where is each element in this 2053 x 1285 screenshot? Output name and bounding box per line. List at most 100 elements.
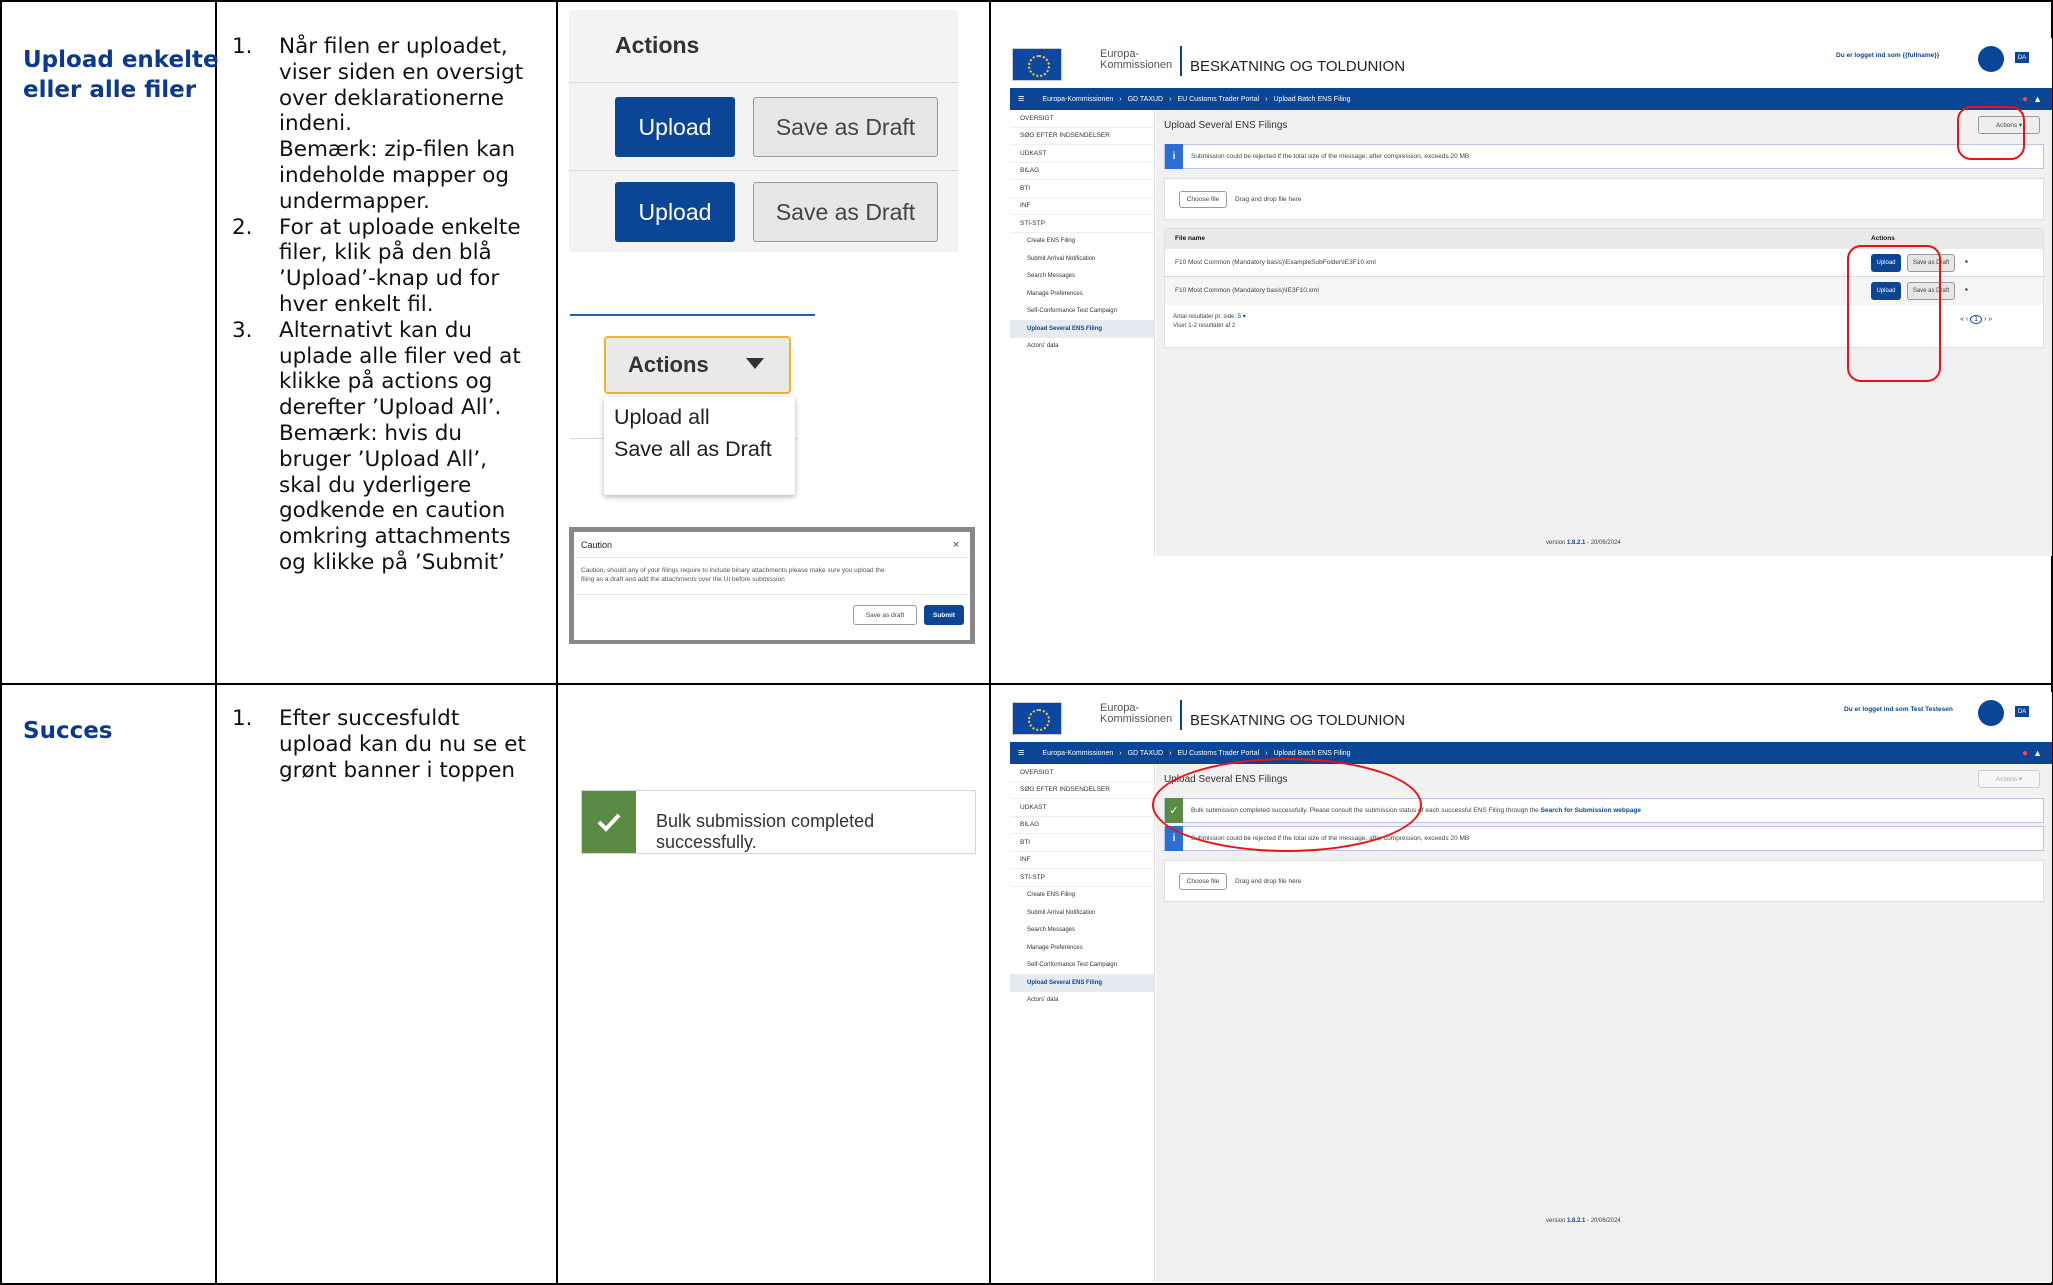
trash-icon[interactable]: ▪ xyxy=(1965,285,1968,294)
sidebar-item-soeg[interactable]: SØG EFTER INDSENDELSER xyxy=(1010,782,1154,799)
sidebar-subitem[interactable]: Actors' data xyxy=(1010,338,1154,356)
avatar[interactable] xyxy=(1978,46,2004,72)
sidebar-item-oversigt[interactable]: OVERSIGT xyxy=(1010,110,1154,128)
sidebar-item-inf[interactable]: INF xyxy=(1010,852,1154,869)
step-text-line: bruger ’Upload All’, xyxy=(279,446,487,472)
sidebar-subitem[interactable]: Create ENS Filing xyxy=(1010,887,1154,905)
breadcrumb-item[interactable]: GD TAXUD xyxy=(1128,750,1164,757)
file-drop-zone[interactable]: Choose file Drag and drop file here xyxy=(1164,178,2044,220)
caution-dialog: Caution × Caution, should any of your fi… xyxy=(574,532,970,640)
menu-icon[interactable]: ≡ xyxy=(1018,93,1024,105)
close-icon[interactable]: × xyxy=(953,539,959,551)
breadcrumb-item[interactable]: Europa-Kommissionen xyxy=(1042,750,1113,757)
row-title-succes: Succes xyxy=(23,718,113,744)
column-header-file-name: File name xyxy=(1175,235,1205,242)
instruction-step: 3. Alternativt kan du uplade alle filer ve… xyxy=(232,318,552,576)
notification-icon[interactable]: ● xyxy=(2022,748,2028,759)
breadcrumb-item[interactable]: GD TAXUD xyxy=(1128,96,1164,103)
sidebar-subitem[interactable]: Create ENS Filing xyxy=(1010,233,1154,251)
step-text-line: undermapper. xyxy=(279,188,430,214)
file-drop-zone[interactable]: Choose file Drag and drop file here xyxy=(1164,860,2044,902)
sidebar-item-udkast[interactable]: UDKAST xyxy=(1010,799,1154,817)
sidebar-subitem[interactable]: Manage Preferences xyxy=(1010,939,1154,957)
choose-file-button[interactable]: Choose file xyxy=(1179,191,1227,208)
sidebar-subitem[interactable]: Submit Arrival Notification xyxy=(1010,250,1154,268)
trash-icon[interactable]: ▪ xyxy=(1965,257,1968,266)
save-as-draft-button[interactable]: Save as draft xyxy=(853,605,917,625)
caution-text-line: Caution, should any of your filings requ… xyxy=(581,567,885,574)
submit-button[interactable]: Submit xyxy=(924,605,964,625)
sidebar-item-sti-stp[interactable]: STI-STP xyxy=(1010,869,1154,887)
instruction-list: 1. Når filen er uploadet, viser siden en o… xyxy=(232,34,552,576)
save-as-draft-button[interactable]: Save as Draft xyxy=(753,182,938,242)
breadcrumb-item[interactable]: EU Customs Trader Portal xyxy=(1177,750,1259,757)
language-badge[interactable]: DA xyxy=(2015,706,2029,717)
portal-screenshot-1: Europa- Kommissionen BESKATNING OG TOLDU… xyxy=(1010,38,2052,556)
pagination[interactable]: « ‹ 1 › » xyxy=(1960,315,1992,324)
version-footer: version 1.8.2.1 - 20/06/2024 xyxy=(1546,540,1621,546)
step-text-line: Alternativt kan du xyxy=(279,317,472,343)
sidebar-subitem[interactable]: Self-Conformance Test Campaign xyxy=(1010,957,1154,975)
save-as-draft-button[interactable]: Save as Draft xyxy=(753,97,938,157)
divider xyxy=(569,170,958,171)
sidebar-item-sti-stp[interactable]: STI-STP xyxy=(1010,215,1154,233)
step-text-line: viser siden en oversigt xyxy=(279,59,524,85)
actions-header: Actions xyxy=(615,32,700,58)
per-page-selector[interactable]: Antal resultater pr. side: 5 ▾ xyxy=(1173,313,1246,320)
instruction-step: 2. For at uploade enkelte filer, klik på d… xyxy=(232,215,552,318)
instruction-step: 1. Efter succesfuldt upload kan du nu se e… xyxy=(232,706,552,783)
sidebar-item-udkast[interactable]: UDKAST xyxy=(1010,145,1154,163)
sidebar-subitem[interactable]: Submit Arrival Notification xyxy=(1010,904,1154,922)
sidebar-subitem-selected[interactable]: Upload Several ENS Filing xyxy=(1010,974,1154,992)
upload-button[interactable]: Upload xyxy=(615,182,735,242)
actions-dropdown-button[interactable]: Actions xyxy=(604,336,791,394)
actions-dropdown-button[interactable]: Actions ▾ xyxy=(1978,770,2040,788)
checkmark-icon xyxy=(582,791,636,853)
sidebar-item-oversigt[interactable]: OVERSIGT xyxy=(1010,764,1154,782)
notification-icon[interactable]: ● xyxy=(2022,94,2028,105)
step-text-line: indeholde mapper og xyxy=(279,162,510,188)
search-submission-link[interactable]: Search for Submission webpage xyxy=(1541,807,1641,814)
actions-dropdown-label: Actions xyxy=(628,352,709,377)
choose-file-button[interactable]: Choose file xyxy=(1179,873,1227,890)
menu-item-upload-all[interactable]: Upload all xyxy=(604,397,795,433)
step-text-line: ’Upload’-knap ud for xyxy=(279,266,500,292)
caution-text-line: filing as a draft and add the attachment… xyxy=(581,576,785,583)
language-badge[interactable]: DA xyxy=(2015,52,2029,63)
breadcrumb-item[interactable]: EU Customs Trader Portal xyxy=(1177,96,1259,103)
bell-icon[interactable]: ▲ xyxy=(2033,94,2042,104)
divider xyxy=(1180,700,1182,730)
sidebar-subitem-selected[interactable]: Upload Several ENS Filing xyxy=(1010,320,1154,338)
sidebar-item-bti[interactable]: BTI xyxy=(1010,180,1154,198)
menu-item-save-all-draft[interactable]: Save all as Draft xyxy=(604,433,795,469)
site-title: BESKATNING OG TOLDUNION xyxy=(1190,712,1406,729)
eu-header: Europa- Kommissionen BESKATNING OG TOLDU… xyxy=(1010,38,2052,88)
upload-button[interactable]: Upload xyxy=(615,97,735,157)
sidebar-item-bilag[interactable]: BILAG xyxy=(1010,163,1154,180)
caret-down-icon xyxy=(746,358,764,369)
logged-in-user: Du er logget ind som {{fullname}} xyxy=(1836,52,1940,59)
zoom-dropdown-panel: Actions Upload all Save all as Draft xyxy=(570,312,815,495)
step-text-line: over deklarationerne xyxy=(279,85,504,111)
menu-icon[interactable]: ≡ xyxy=(1018,747,1024,759)
portal-screenshot-2: Europa- Kommissionen BESKATNING OG TOLDU… xyxy=(1010,692,2052,1282)
step-text-line: derefter ’Upload All’. xyxy=(279,395,502,421)
sidebar-subitem[interactable]: Manage Preferences xyxy=(1010,285,1154,303)
step-text-line: og klikke på ’Submit’ xyxy=(279,549,505,575)
sidebar-subitem[interactable]: Search Messages xyxy=(1010,268,1154,286)
avatar[interactable] xyxy=(1978,700,2004,726)
page-title: Upload Several ENS Filings xyxy=(1164,120,1288,131)
tab-underline xyxy=(570,314,815,316)
table-col-divider xyxy=(215,0,217,1285)
sidebar-subitem[interactable]: Actors' data xyxy=(1010,992,1154,1010)
checkmark-icon xyxy=(597,813,621,832)
sidebar-item-bti[interactable]: BTI xyxy=(1010,834,1154,852)
sidebar-item-inf[interactable]: INF xyxy=(1010,198,1154,215)
sidebar-subitem[interactable]: Search Messages xyxy=(1010,922,1154,940)
sidebar-item-bilag[interactable]: BILAG xyxy=(1010,817,1154,834)
breadcrumb-item[interactable]: Europa-Kommissionen xyxy=(1042,96,1113,103)
bell-icon[interactable]: ▲ xyxy=(2033,748,2042,758)
step-text-line: grønt banner i toppen xyxy=(279,757,516,783)
sidebar-item-soeg[interactable]: SØG EFTER INDSENDELSER xyxy=(1010,128,1154,145)
sidebar-subitem[interactable]: Self-Conformance Test Campaign xyxy=(1010,303,1154,321)
